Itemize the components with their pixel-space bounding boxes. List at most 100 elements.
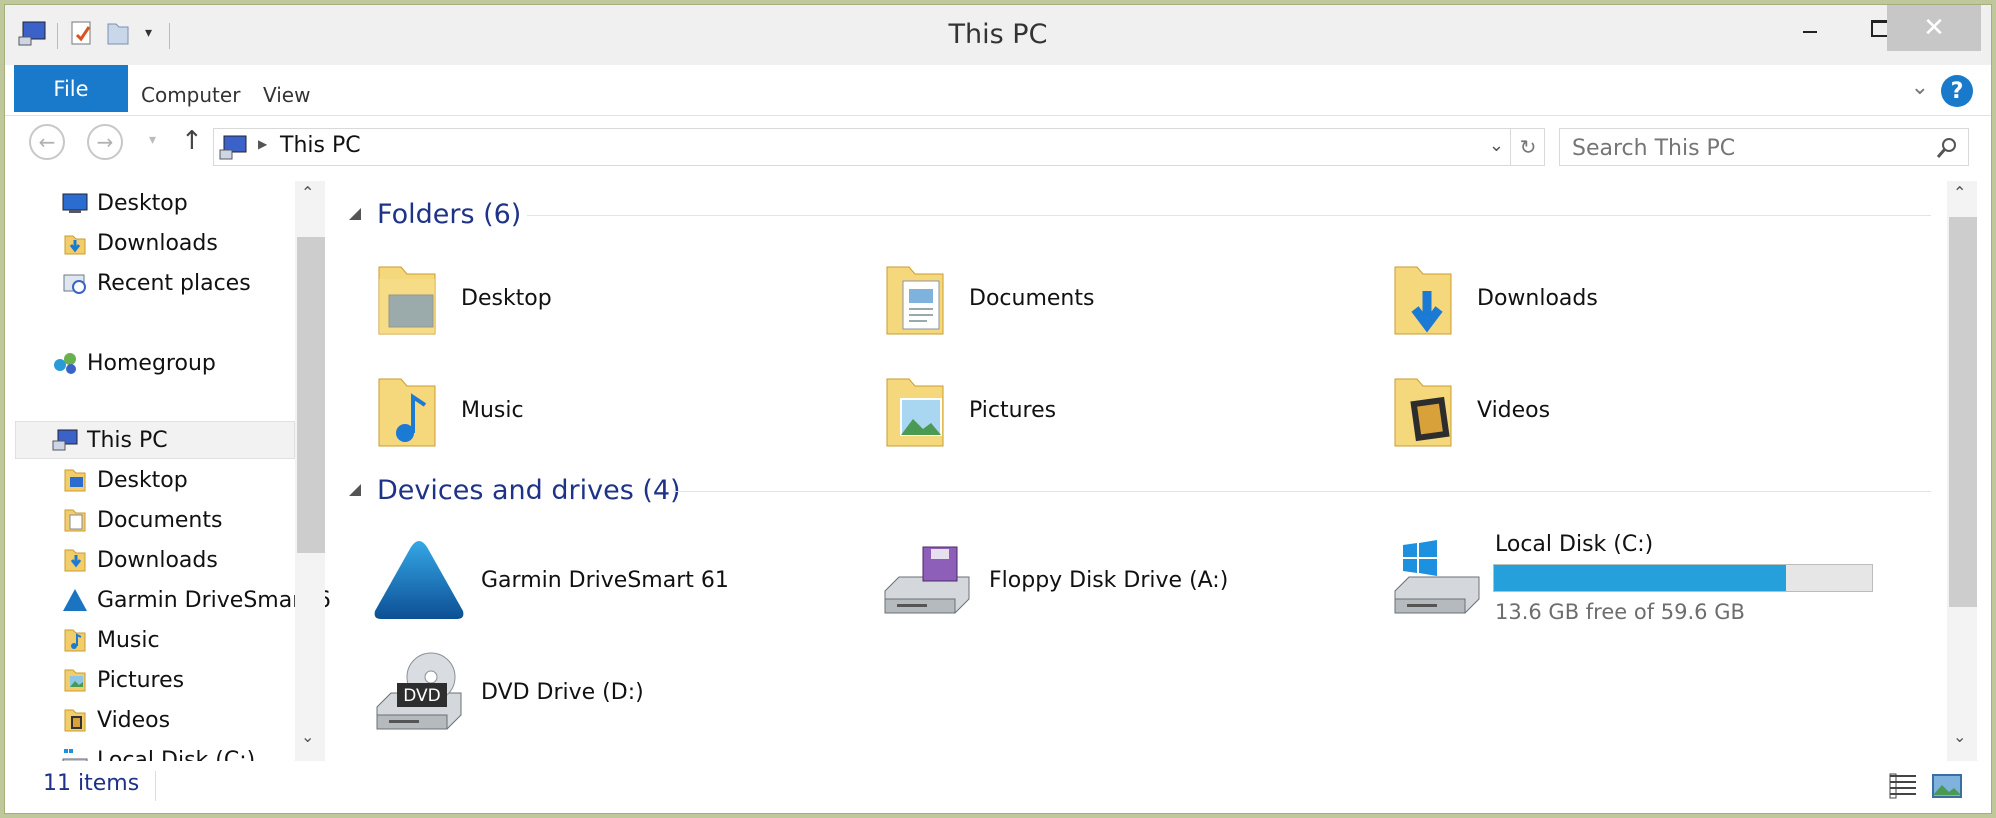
music-folder-icon — [378, 378, 436, 447]
breadcrumb[interactable]: This PC — [280, 133, 361, 158]
recent-locations-icon[interactable]: ▾ — [149, 132, 156, 148]
sidebar-item-desktop[interactable]: Desktop — [61, 185, 188, 221]
item-count: 11 items — [43, 771, 140, 796]
help-icon[interactable]: ? — [1941, 75, 1973, 107]
sidebar-item-label: This PC — [87, 427, 168, 453]
folder-tile-pictures[interactable]: Pictures — [883, 365, 1056, 455]
tab-file[interactable]: File — [14, 65, 128, 112]
search-input[interactable] — [1570, 133, 1914, 163]
device-label: Garmin DriveSmart 61 — [481, 567, 729, 593]
device-label: Floppy Disk Drive (A:) — [989, 567, 1229, 593]
sidebar-item-label: Local Disk (C:) — [97, 747, 256, 762]
sidebar-item-local-disk[interactable]: Local Disk (C:) — [61, 742, 255, 761]
sidebar-item-label: Pictures — [97, 667, 185, 693]
forward-button[interactable]: → — [87, 124, 123, 160]
folder-tile-videos[interactable]: Videos — [1391, 365, 1550, 455]
sidebar-item-garmin[interactable]: Garmin DriveSmart 61 — [61, 582, 331, 618]
scroll-up-icon[interactable]: ⌃ — [1953, 183, 1966, 202]
sidebar-item-downloads[interactable]: Downloads — [61, 225, 218, 261]
content-scroll-thumb[interactable] — [1949, 217, 1977, 607]
downloads-folder-icon — [64, 235, 86, 255]
windows-logo-icon — [1403, 540, 1437, 576]
sidebar-item-label: Desktop — [97, 467, 188, 493]
desktop-icon — [62, 193, 88, 213]
folder-tile-documents[interactable]: Documents — [883, 253, 1094, 343]
folder-label: Videos — [1477, 397, 1551, 423]
drive-usage-bar — [1493, 564, 1873, 592]
tab-view[interactable]: View — [263, 83, 310, 107]
expand-ribbon-icon[interactable]: ⌄ — [1911, 75, 1929, 100]
divider — [155, 771, 156, 801]
desktop-folder-icon — [378, 266, 436, 335]
videos-folder-icon — [64, 709, 86, 732]
local-disk-icon — [62, 749, 88, 761]
scroll-down-icon[interactable]: ⌄ — [1953, 727, 1966, 746]
sidebar-item-videos[interactable]: Videos — [61, 702, 170, 738]
sidebar-item-this-pc[interactable]: This PC — [51, 422, 168, 458]
up-button[interactable]: ↑ — [181, 126, 203, 156]
videos-folder-icon — [1394, 378, 1452, 447]
explorer-window: ▾ This PC ✕ File Computer View ⌄ ? ← → ▾… — [4, 4, 1992, 814]
device-tile-dvd[interactable]: DVD DVD Drive (D:) — [371, 647, 644, 737]
folder-tile-music[interactable]: Music — [375, 365, 524, 455]
downloads-folder-icon — [64, 549, 86, 572]
nav-scrollbar[interactable]: ⌃ ⌄ — [295, 181, 325, 761]
sidebar-item-documents[interactable]: Documents — [61, 502, 222, 538]
refresh-button[interactable]: ↻ — [1510, 128, 1545, 166]
sidebar-item-desktop[interactable]: Desktop — [61, 462, 188, 498]
back-button[interactable]: ← — [29, 124, 65, 160]
content-pane: Folders (6) Desktop Documents Downloads … — [339, 181, 1951, 761]
nav-scroll-thumb[interactable] — [297, 237, 325, 553]
device-label: Local Disk (C:) — [1495, 532, 1654, 557]
sidebar-item-label: Documents — [97, 507, 223, 533]
address-bar[interactable]: ▶ This PC ⌄ ↻ — [213, 128, 1545, 166]
sidebar-item-label: Videos — [97, 707, 171, 733]
sidebar-item-homegroup[interactable]: Homegroup — [51, 345, 216, 381]
group-header-devices[interactable]: Devices and drives (4) — [349, 471, 681, 509]
floppy-drive-icon — [884, 546, 970, 614]
homegroup-icon — [54, 353, 76, 374]
folder-tile-desktop[interactable]: Desktop — [375, 253, 552, 343]
large-icons-view-icon[interactable] — [1931, 771, 1963, 801]
computer-icon — [52, 429, 78, 451]
folder-label: Music — [461, 397, 524, 423]
device-label: DVD Drive (D:) — [481, 679, 644, 705]
garmin-icon — [63, 589, 87, 611]
drive-details: Local Disk (C:) 13.6 GB free of 59.6 GB — [1493, 530, 1875, 630]
sidebar-item-label: Downloads — [97, 547, 218, 573]
scroll-down-icon[interactable]: ⌄ — [301, 727, 314, 746]
arrow-up-icon: ↑ — [181, 126, 203, 156]
arrow-right-icon: → — [96, 130, 114, 154]
device-tile-floppy[interactable]: Floppy Disk Drive (A:) — [879, 535, 1228, 625]
folder-label: Downloads — [1477, 285, 1598, 311]
ribbon-tabs: File Computer View ⌄ ? — [5, 65, 1991, 116]
group-header-folders[interactable]: Folders (6) — [349, 195, 521, 233]
breadcrumb-chevron-icon[interactable]: ▶ — [258, 137, 267, 151]
content-scrollbar[interactable]: ⌃ ⌄ — [1947, 181, 1977, 761]
sidebar-item-music[interactable]: Music — [61, 622, 160, 658]
scroll-up-icon[interactable]: ⌃ — [301, 183, 314, 202]
minimize-button[interactable] — [1775, 5, 1845, 51]
local-disk-icon — [1394, 540, 1480, 614]
device-tile-garmin[interactable]: Garmin DriveSmart 61 — [371, 535, 729, 625]
address-row: ← → ▾ ↑ ▶ This PC ⌄ ↻ — [5, 116, 1991, 170]
folder-tile-downloads[interactable]: Downloads — [1391, 253, 1598, 343]
tab-computer[interactable]: Computer — [141, 83, 240, 107]
device-tile-local-disk[interactable]: Local Disk (C:) 13.6 GB free of 59.6 GB — [1389, 525, 1875, 635]
sidebar-item-label: Music — [97, 627, 160, 653]
music-folder-icon — [64, 629, 86, 652]
address-dropdown-icon[interactable]: ⌄ — [1489, 135, 1504, 156]
divider — [527, 215, 1931, 216]
sidebar-item-pictures[interactable]: Pictures — [61, 662, 184, 698]
sidebar-item-recent-places[interactable]: Recent places — [61, 265, 251, 301]
close-button[interactable]: ✕ — [1887, 5, 1981, 51]
documents-folder-icon — [886, 266, 944, 335]
search-icon[interactable] — [1936, 137, 1958, 159]
sidebar-item-label: Recent places — [97, 270, 251, 296]
dvd-badge: DVD — [403, 686, 441, 706]
details-view-icon[interactable] — [1887, 771, 1919, 801]
group-header-label: Devices and drives (4) — [377, 474, 681, 506]
status-bar: 11 items — [5, 765, 1991, 809]
sidebar-item-downloads[interactable]: Downloads — [61, 542, 218, 578]
refresh-icon: ↻ — [1519, 135, 1537, 159]
